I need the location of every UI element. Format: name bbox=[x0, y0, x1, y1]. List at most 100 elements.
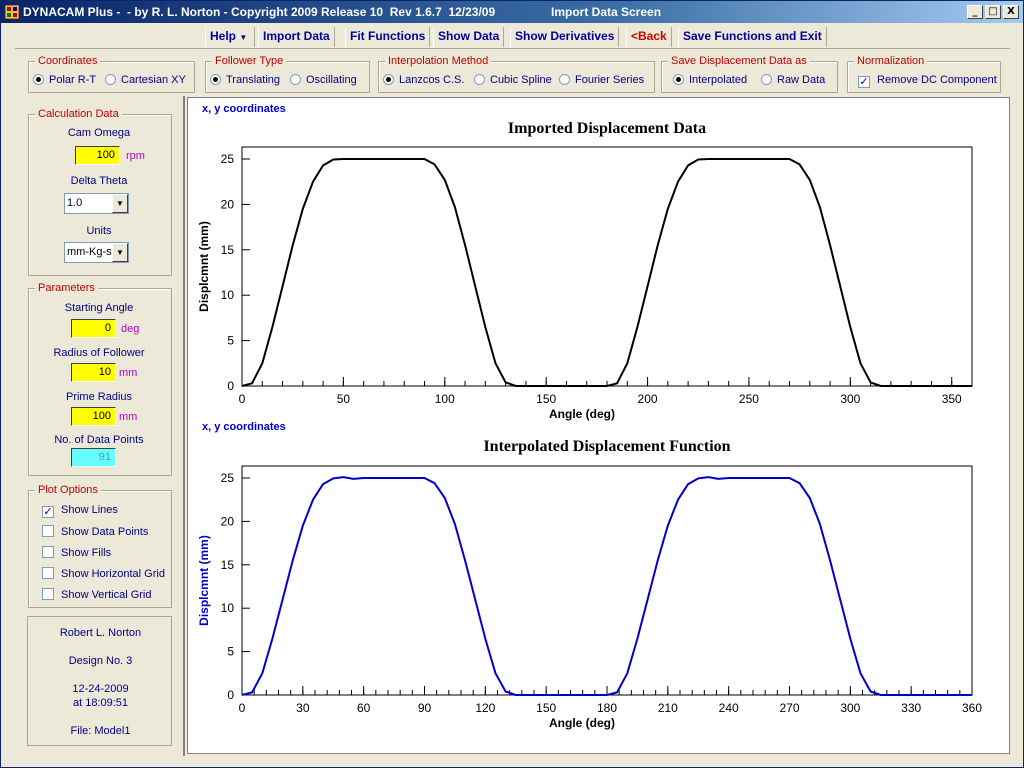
menu-show-derivatives[interactable]: Show Derivatives bbox=[510, 27, 620, 47]
starting-angle-input[interactable]: 0 bbox=[71, 319, 116, 338]
x-tick-label: 100 bbox=[435, 392, 455, 406]
y-tick-label: 5 bbox=[227, 334, 234, 348]
cam-omega-label: Cam Omega bbox=[67, 127, 131, 139]
checkbox-show-vgrid[interactable]: Show Vertical Grid bbox=[42, 588, 151, 601]
menu-import-data[interactable]: Import Data bbox=[258, 27, 335, 47]
checkbox-show-points[interactable]: Show Data Points bbox=[42, 525, 148, 538]
info-file: File: Model1 bbox=[70, 725, 131, 737]
close-button[interactable]: X bbox=[1003, 5, 1019, 19]
radio-oscillating-label: Oscillating bbox=[306, 74, 357, 86]
radio-selected-icon bbox=[33, 74, 44, 85]
calculation-data-group: Calculation Data Cam Omega 100 rpm Delta… bbox=[28, 108, 172, 276]
design-info-panel: Robert L. Norton Design No. 3 12-24-2009… bbox=[27, 616, 172, 746]
num-points-label: No. of Data Points bbox=[54, 434, 144, 446]
radio-icon bbox=[559, 74, 570, 85]
normalization-legend: Normalization bbox=[854, 55, 928, 67]
y-tick-label: 20 bbox=[221, 197, 235, 211]
plot-options-legend: Plot Options bbox=[35, 484, 101, 496]
menu-help-label: Help bbox=[210, 29, 237, 43]
menu-save-exit[interactable]: Save Functions and Exit bbox=[678, 27, 827, 47]
menu-bar: Help ▼ Import Data Fit Functions Show Da… bbox=[15, 23, 1010, 49]
menu-back[interactable]: <Back bbox=[626, 27, 672, 47]
y-tick-label: 10 bbox=[221, 288, 235, 302]
radio-icon bbox=[761, 74, 772, 85]
info-date: 12-24-2009 bbox=[72, 683, 129, 695]
menu-help[interactable]: Help ▼ bbox=[205, 27, 255, 47]
radio-lanzcos-label: Lanzcos C.S. bbox=[399, 74, 465, 86]
checkbox-show-lines[interactable]: ✓ Show Lines bbox=[42, 504, 118, 518]
chevron-down-icon: ▼ bbox=[239, 33, 248, 42]
show-fills-label: Show Fills bbox=[61, 547, 112, 559]
info-time: at 18:09:51 bbox=[72, 697, 129, 709]
radio-cartesian[interactable]: Cartesian XY bbox=[105, 74, 186, 86]
y-tick-label: 15 bbox=[221, 558, 235, 572]
radio-selected-icon bbox=[383, 74, 394, 85]
radius-follower-label: Radius of Follower bbox=[53, 347, 145, 359]
follower-type-group: Follower Type Translating Oscillating bbox=[205, 55, 370, 93]
prime-radius-label: Prime Radius bbox=[65, 391, 133, 403]
radius-follower-unit: mm bbox=[119, 367, 138, 379]
calculation-data-legend: Calculation Data bbox=[35, 108, 122, 120]
radio-raw-data[interactable]: Raw Data bbox=[761, 74, 825, 86]
radio-oscillating[interactable]: Oscillating bbox=[290, 74, 357, 86]
starting-angle-unit: deg bbox=[121, 323, 140, 335]
chart-title: Interpolated Displacement Function bbox=[483, 438, 730, 455]
radius-follower-input[interactable]: 10 bbox=[71, 363, 116, 382]
x-tick-label: 30 bbox=[296, 701, 310, 715]
screen-title: Import Data Screen bbox=[551, 5, 662, 19]
radio-fourier[interactable]: Fourier Series bbox=[559, 74, 644, 86]
minimize-button[interactable]: _ bbox=[967, 5, 983, 19]
x-tick-label: 330 bbox=[901, 701, 921, 715]
chart-title: Imported Displacement Data bbox=[508, 120, 706, 137]
show-points-label: Show Data Points bbox=[61, 526, 149, 538]
y-tick-label: 0 bbox=[227, 379, 234, 393]
checkbox-icon bbox=[42, 546, 54, 558]
chevron-down-icon[interactable]: ▼ bbox=[112, 194, 128, 213]
delta-theta-label: Delta Theta bbox=[70, 175, 128, 187]
x-tick-label: 300 bbox=[840, 392, 860, 406]
menu-fit-functions[interactable]: Fit Functions bbox=[345, 27, 431, 47]
interpolation-group: Interpolation Method Lanzcos C.S. Cubic … bbox=[378, 55, 655, 93]
radio-polar[interactable]: Polar R-T bbox=[33, 74, 96, 86]
app-icon bbox=[5, 5, 19, 19]
prime-radius-input[interactable]: 100 bbox=[71, 407, 116, 426]
checkbox-remove-dc-label: Remove DC Component bbox=[877, 74, 997, 86]
cam-omega-input[interactable]: 100 bbox=[75, 146, 120, 165]
radio-interpolated[interactable]: Interpolated bbox=[673, 74, 747, 86]
radio-icon bbox=[474, 74, 485, 85]
radio-translating[interactable]: Translating bbox=[210, 74, 280, 86]
radio-cubic-spline[interactable]: Cubic Spline bbox=[474, 74, 552, 86]
units-select[interactable]: mm-Kg-s ▼ bbox=[64, 242, 129, 263]
normalization-group: Normalization ✓ Remove DC Component bbox=[847, 55, 1001, 93]
interpolation-legend: Interpolation Method bbox=[385, 55, 492, 67]
title-bar[interactable]: DYNACAM Plus - - by R. L. Norton - Copyr… bbox=[1, 1, 1023, 23]
radio-interpolated-label: Interpolated bbox=[689, 74, 748, 86]
plot-frame bbox=[241, 465, 973, 696]
maximize-button[interactable]: □ bbox=[985, 5, 1001, 19]
checkbox-remove-dc[interactable]: ✓ Remove DC Component bbox=[858, 74, 997, 88]
checkbox-show-fills[interactable]: Show Fills bbox=[42, 546, 111, 559]
x-tick-label: 120 bbox=[475, 701, 495, 715]
charts-svg: x, y coordinates Imported Displacement Da… bbox=[197, 103, 982, 730]
x-tick-label: 210 bbox=[658, 701, 678, 715]
info-design: Design No. 3 bbox=[68, 655, 133, 667]
checkbox-show-hgrid[interactable]: Show Horizontal Grid bbox=[42, 567, 165, 580]
radio-lanzcos[interactable]: Lanzcos C.S. bbox=[383, 74, 464, 86]
checkbox-icon bbox=[42, 588, 54, 600]
menu-show-data[interactable]: Show Data bbox=[433, 27, 505, 47]
y-tick-label: 20 bbox=[221, 514, 235, 528]
radio-cubic-spline-label: Cubic Spline bbox=[490, 74, 552, 86]
follower-type-legend: Follower Type bbox=[212, 55, 287, 67]
plot-area: x, y coordinates Imported Displacement Da… bbox=[187, 97, 1010, 754]
chevron-down-icon[interactable]: ▼ bbox=[112, 243, 128, 262]
coordinates-legend: Coordinates bbox=[35, 55, 101, 67]
prime-radius-unit: mm bbox=[119, 411, 138, 423]
x-tick-label: 180 bbox=[597, 701, 617, 715]
radio-selected-icon bbox=[673, 74, 684, 85]
x-tick-label: 60 bbox=[357, 701, 371, 715]
y-tick-label: 10 bbox=[221, 601, 235, 615]
delta-theta-select[interactable]: 1.0 ▼ bbox=[64, 193, 129, 214]
x-axis-label: Angle (deg) bbox=[549, 716, 615, 730]
y-axis-label: Displcmnt (mm) bbox=[197, 535, 211, 626]
parameters-legend: Parameters bbox=[35, 282, 98, 294]
